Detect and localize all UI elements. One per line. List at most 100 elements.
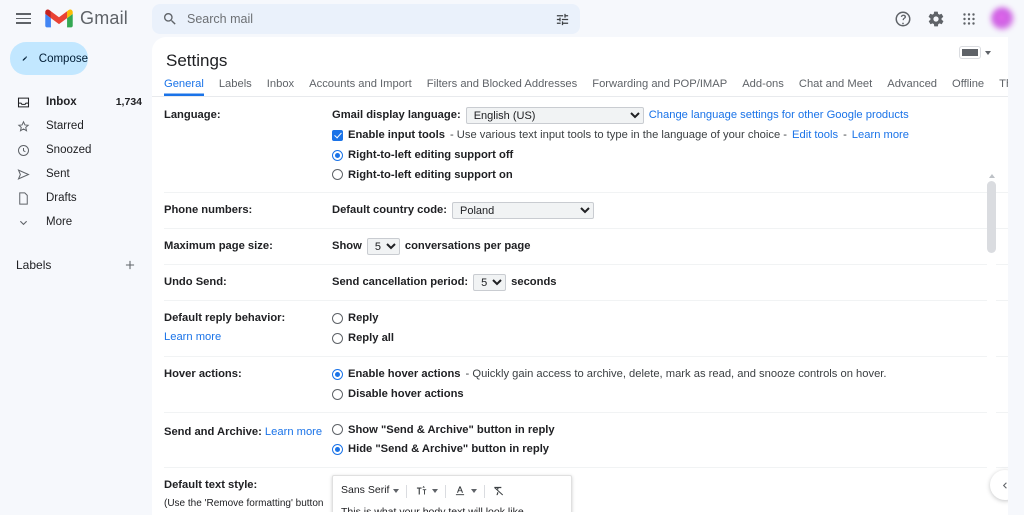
chevron-down-icon[interactable] — [432, 489, 439, 494]
default-text-style-card: Sans Serif This is what your body text w… — [332, 475, 572, 512]
chevron-down-icon[interactable] — [393, 489, 400, 494]
change-language-settings-link[interactable]: Change language settings for other Googl… — [649, 107, 909, 124]
tab-filters-and-blocked-addresses[interactable]: Filters and Blocked Addresses — [427, 78, 577, 96]
learn-more-link[interactable]: Learn more — [265, 424, 322, 440]
row-label: Phone numbers: — [164, 204, 253, 217]
scroll-up-arrow-icon[interactable] — [989, 174, 995, 178]
display-density-button[interactable] — [960, 47, 991, 58]
display-density-icon — [960, 47, 980, 58]
rtl-off-label: Right-to-left editing support off — [348, 148, 514, 161]
page-size-select[interactable]: 50 — [366, 238, 400, 256]
remove-formatting-icon[interactable] — [492, 484, 506, 498]
settings-rows: Language: Gmail display language: Englis… — [152, 97, 1008, 512]
learn-more-link[interactable]: Learn more — [164, 329, 221, 345]
hamburger-icon[interactable] — [9, 5, 37, 33]
enable-hover-actions-radio[interactable] — [332, 368, 343, 380]
setting-row-default-text-style: Default text style: (Use the 'Remove for… — [164, 468, 1008, 512]
display-language-select[interactable]: English (US) — [465, 107, 644, 124]
enable-input-tools-checkbox[interactable] — [332, 129, 343, 141]
tune-icon[interactable] — [555, 12, 570, 27]
pencil-icon — [22, 56, 28, 61]
search-bar[interactable] — [152, 4, 580, 34]
tab-accounts-and-import[interactable]: Accounts and Import — [309, 78, 412, 96]
input-tools-description: - Use various text input tools to type i… — [449, 129, 788, 141]
toolbar-divider — [445, 484, 447, 498]
reply-radio[interactable] — [332, 313, 343, 325]
gmail-settings-window: Gmail Search mail Compose Inbox 1,734 St… — [0, 0, 1024, 515]
tab-forwarding-and-pop-imap[interactable]: Forwarding and POP/IMAP — [592, 78, 727, 96]
rtl-off-radio[interactable] — [332, 149, 343, 161]
plus-icon — [125, 260, 135, 270]
inbox-icon — [16, 95, 32, 110]
toolbar-divider — [406, 484, 408, 498]
font-size-icon[interactable] — [414, 484, 428, 498]
default-country-code-select[interactable]: Poland — [452, 202, 594, 220]
seconds-text: seconds — [511, 276, 557, 289]
conversations-per-page-text: conversations per page — [404, 240, 531, 253]
account-avatar[interactable] — [991, 7, 1014, 30]
show-send-and-archive-label: Show "Send & Archive" button in reply — [348, 423, 555, 436]
row-label: Default text style: (Use the 'Remove for… — [164, 477, 332, 512]
sidebar-nav: Inbox 1,734 Starred Snoozed Sent Drafts … — [0, 90, 152, 234]
send-icon — [16, 167, 32, 182]
disable-hover-actions-radio[interactable] — [332, 388, 343, 400]
scrollbar-thumb[interactable] — [987, 181, 996, 253]
rtl-on-radio[interactable] — [332, 169, 343, 181]
apps-grid-icon[interactable] — [956, 6, 982, 32]
show-text: Show — [332, 240, 362, 253]
sidebar-item-inbox[interactable]: Inbox 1,734 — [0, 90, 152, 114]
chevron-down-icon[interactable] — [471, 489, 478, 494]
sidebar-item-label: Starred — [46, 120, 84, 132]
clock-icon — [16, 143, 32, 158]
enable-input-tools-label: Enable input tools — [348, 129, 445, 141]
add-label-button[interactable] — [120, 255, 140, 275]
show-send-and-archive-radio[interactable] — [332, 424, 343, 436]
search-icon — [163, 12, 176, 25]
text-color-icon[interactable] — [453, 484, 467, 498]
compose-button[interactable]: Compose — [10, 42, 88, 75]
display-language-label: Gmail display language: — [332, 109, 461, 122]
gmail-logo-icon — [45, 9, 73, 28]
send-cancellation-period-select[interactable]: 5 — [473, 274, 507, 292]
row-label-text: Send and Archive: — [164, 425, 262, 438]
tab-labels[interactable]: Labels — [219, 78, 252, 96]
tab-chat-and-meet[interactable]: Chat and Meet — [799, 78, 872, 96]
tab-advanced[interactable]: Advanced — [887, 78, 937, 96]
text-style-toolbar: Sans Serif — [333, 476, 571, 505]
header-actions — [890, 0, 1016, 37]
tab-general[interactable]: General — [164, 78, 204, 96]
setting-row-maximum-page-size: Maximum page size: Show 50 conversations… — [164, 229, 1008, 266]
edit-tools-link[interactable]: Edit tools — [792, 127, 838, 144]
tab-themes[interactable]: Themes — [999, 78, 1008, 96]
gmail-brand-text: Gmail — [80, 8, 129, 28]
sidebar-item-label: Drafts — [46, 192, 77, 204]
search-input[interactable] — [187, 12, 555, 26]
font-family-value[interactable]: Sans Serif — [341, 483, 389, 499]
sidebar-item-more[interactable]: More — [0, 210, 152, 234]
chevron-left-icon — [1002, 481, 1007, 489]
sidebar-item-starred[interactable]: Starred — [0, 114, 152, 138]
settings-scrollbar[interactable] — [987, 173, 996, 512]
inbox-unread-count: 1,734 — [115, 96, 142, 108]
gear-icon[interactable] — [923, 6, 949, 32]
sidebar-item-label: Sent — [46, 168, 70, 180]
tab-add-ons[interactable]: Add-ons — [742, 78, 784, 96]
learn-more-link[interactable]: Learn more — [852, 127, 909, 144]
chevron-down-icon — [985, 50, 991, 55]
setting-row-default-reply-behavior: Default reply behavior: Learn more Reply… — [164, 301, 1008, 357]
sidebar-item-sent[interactable]: Sent — [0, 162, 152, 186]
reply-all-radio[interactable] — [332, 333, 343, 345]
sidebar-item-drafts[interactable]: Drafts — [0, 186, 152, 210]
row-label: Undo Send: — [164, 276, 227, 289]
row-label-text: Default text style: — [164, 479, 258, 492]
labels-section-header: Labels — [0, 254, 152, 276]
tab-offline[interactable]: Offline — [952, 78, 984, 96]
tab-inbox[interactable]: Inbox — [267, 78, 294, 96]
hide-send-and-archive-radio[interactable] — [332, 444, 343, 456]
settings-scroll-area: Language: Gmail display language: Englis… — [152, 97, 1008, 512]
sidebar-item-snoozed[interactable]: Snoozed — [0, 138, 152, 162]
page-title: Settings — [166, 51, 228, 70]
labels-heading: Labels — [16, 258, 52, 272]
gmail-brand[interactable]: Gmail — [45, 8, 128, 29]
help-icon[interactable] — [890, 6, 916, 32]
